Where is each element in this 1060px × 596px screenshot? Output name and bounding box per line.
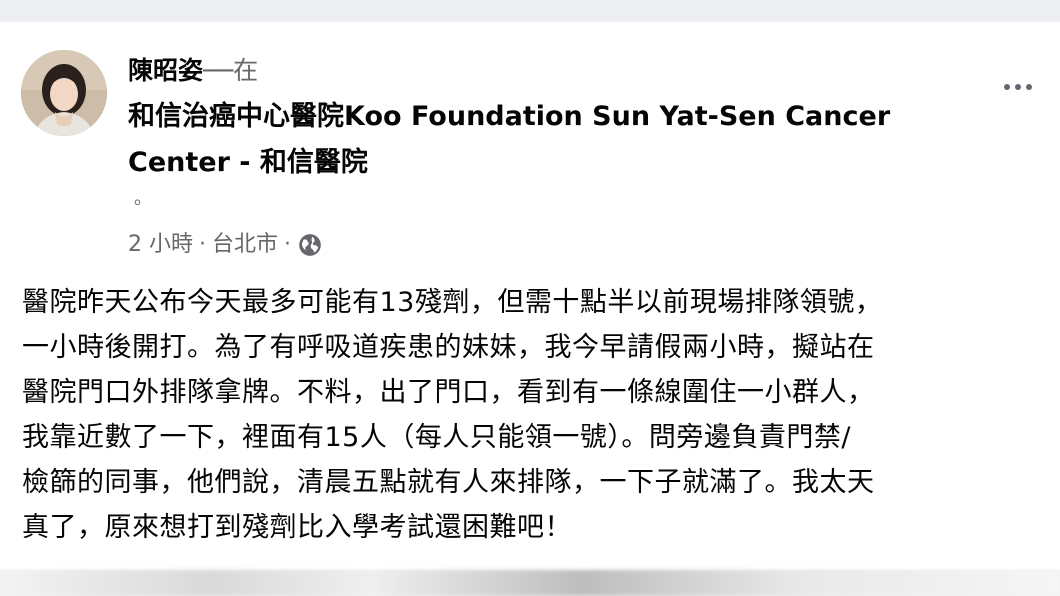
checkin-place[interactable]: 和信治癌中心醫院Koo Foundation Sun Yat-Sen Cance… bbox=[128, 94, 958, 186]
post-text-line: 醫院門口外排隊拿牌。不料，出了門口，看到有一條線圍住一小群人， bbox=[22, 377, 875, 408]
post-text: 醫院昨天公布今天最多可能有13殘劑，但需十點半以前現場排隊領號， 一小時後開打。… bbox=[22, 280, 1052, 550]
more-dot bbox=[1015, 84, 1021, 90]
more-dot bbox=[1004, 84, 1010, 90]
post-text-line: 醫院昨天公布今天最多可能有13殘劑，但需十點半以前現場排隊領號， bbox=[22, 287, 883, 318]
more-dot bbox=[1026, 84, 1032, 90]
post-card: 陳昭姿──在 和信治癌中心醫院Koo Foundation Sun Yat-Se… bbox=[0, 22, 1060, 570]
author-avatar[interactable] bbox=[21, 50, 107, 136]
post-location[interactable]: 台北市 bbox=[212, 230, 278, 260]
post-text-line: 我靠近數了一下，裡面有15人（每人只能領一號）。問旁邊負責門禁/ bbox=[22, 422, 851, 453]
trailing-dot: 。 bbox=[134, 188, 152, 209]
meta-separator-2: · bbox=[284, 232, 292, 257]
at-label: ──在 bbox=[203, 56, 259, 85]
meta-separator: · bbox=[199, 232, 206, 257]
post-time[interactable]: 2 小時 bbox=[128, 230, 193, 260]
post-text-line: 真了，原來想打到殘劑比入學考試還困難吧！ bbox=[22, 512, 572, 543]
post-text-line: 一小時後開打。為了有呼吸道疾患的妹妹，我今早請假兩小時，擬站在 bbox=[22, 332, 875, 363]
avatar-photo bbox=[21, 50, 107, 136]
post-meta: 2 小時 · 台北市 · bbox=[128, 230, 323, 260]
blurred-bottom-strip bbox=[0, 570, 1060, 596]
post-text-line: 檢篩的同事，他們說，清晨五點就有人來排隊，一下子就滿了。我太天 bbox=[22, 467, 875, 498]
globe-icon[interactable] bbox=[297, 232, 323, 258]
top-background-strip bbox=[0, 0, 1060, 22]
more-options-icon[interactable] bbox=[996, 72, 1040, 102]
author-name[interactable]: 陳昭姿 bbox=[128, 56, 203, 85]
author-line: 陳昭姿──在 bbox=[128, 54, 258, 88]
